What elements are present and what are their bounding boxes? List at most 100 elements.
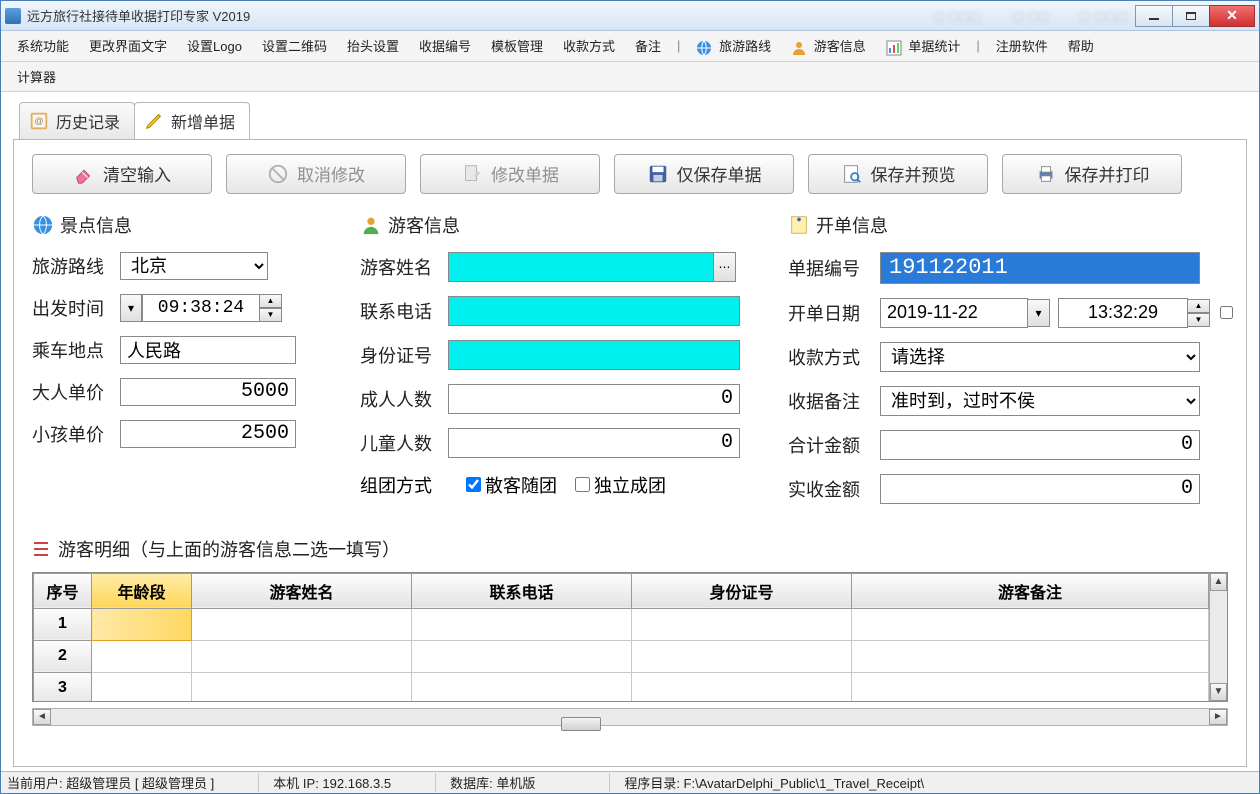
child-price-input[interactable] bbox=[120, 420, 296, 448]
route-select[interactable]: 北京 bbox=[120, 252, 268, 280]
invoice-no-field[interactable]: 191122011 bbox=[880, 252, 1200, 284]
minimize-button[interactable] bbox=[1135, 5, 1173, 27]
tourist-name-input[interactable] bbox=[448, 252, 714, 282]
invoice-time-up[interactable]: ▲ bbox=[1188, 299, 1210, 313]
menu-qrcode[interactable]: 设置二维码 bbox=[252, 33, 337, 58]
save-icon bbox=[647, 163, 669, 185]
modify-button[interactable]: 修改单据 bbox=[420, 154, 600, 194]
adults-count-input[interactable] bbox=[448, 384, 740, 414]
depart-date-dropdown[interactable]: ▾ bbox=[120, 294, 142, 322]
print-button[interactable]: 保存并打印 bbox=[1002, 154, 1182, 194]
globe-icon bbox=[696, 40, 712, 56]
scroll-left-icon[interactable]: ◄ bbox=[33, 709, 51, 725]
detail-table[interactable]: 序号 年龄段 游客姓名 联系电话 身份证号 游客备注 1 bbox=[33, 573, 1209, 701]
menu-bar: 系统功能 更改界面文字 设置Logo 设置二维码 抬头设置 收据编号 模板管理 … bbox=[1, 31, 1259, 62]
menu-register[interactable]: 注册软件 bbox=[986, 33, 1058, 58]
user-icon bbox=[360, 214, 382, 236]
group-opt2[interactable]: 独立成团 bbox=[575, 472, 666, 498]
maximize-button[interactable] bbox=[1172, 5, 1210, 27]
group-mode-label: 组团方式 bbox=[360, 472, 448, 498]
menu-remark[interactable]: 备注 bbox=[625, 33, 671, 58]
col-id[interactable]: 身份证号 bbox=[632, 573, 852, 608]
menu-template[interactable]: 模板管理 bbox=[481, 33, 553, 58]
detail-header: 游客明细（与上面的游客信息二选一填写） bbox=[32, 536, 1228, 562]
grid-vscroll[interactable]: ▲ ▼ bbox=[1209, 573, 1227, 701]
time-down[interactable]: ▼ bbox=[260, 308, 282, 322]
remark-select[interactable]: 准时到，过时不侯 bbox=[880, 386, 1200, 416]
status-bar: 当前用户: 超级管理员 [ 超级管理员 ] 本机 IP: 192.168.3.5… bbox=[1, 771, 1259, 793]
status-db: 数据库: 单机版 bbox=[435, 773, 549, 792]
col-remark[interactable]: 游客备注 bbox=[852, 573, 1209, 608]
save-button[interactable]: 仅保存单据 bbox=[614, 154, 794, 194]
status-ip: 本机 IP: 192.168.3.5 bbox=[258, 773, 405, 792]
edit-icon bbox=[461, 163, 483, 185]
menu-statistics[interactable]: 单据统计 bbox=[876, 33, 971, 59]
user-icon bbox=[791, 40, 807, 56]
col-name[interactable]: 游客姓名 bbox=[192, 573, 412, 608]
menu-system[interactable]: 系统功能 bbox=[7, 33, 79, 58]
board-input[interactable] bbox=[120, 336, 296, 364]
menu-tourist-info[interactable]: 游客信息 bbox=[781, 33, 876, 59]
invoice-date-input[interactable] bbox=[880, 298, 1028, 328]
menu-ui-text[interactable]: 更改界面文字 bbox=[79, 33, 177, 58]
cancel-button[interactable]: 取消修改 bbox=[226, 154, 406, 194]
print-icon bbox=[1035, 163, 1057, 185]
invoice-date-dropdown[interactable]: ▾ bbox=[1028, 299, 1050, 327]
menu-help[interactable]: 帮助 bbox=[1058, 33, 1104, 58]
tourist-name-browse[interactable]: ⋯ bbox=[714, 252, 736, 282]
time-up[interactable]: ▲ bbox=[260, 294, 282, 308]
invoice-no-label: 单据编号 bbox=[788, 255, 880, 281]
menu-logo[interactable]: 设置Logo bbox=[177, 33, 252, 58]
depart-time-input[interactable] bbox=[142, 294, 260, 322]
group-opt1[interactable]: 散客随团 bbox=[466, 472, 557, 498]
eraser-icon bbox=[73, 163, 95, 185]
col-phone[interactable]: 联系电话 bbox=[412, 573, 632, 608]
menu-receipt-no[interactable]: 收据编号 bbox=[409, 33, 481, 58]
titlebar-blur: ▢ ▢▢▢▢ ▢▢▢ ▢▢▢ bbox=[933, 9, 1128, 23]
col-age[interactable]: 年龄段 bbox=[92, 573, 192, 608]
tab-history[interactable]: @ 历史记录 bbox=[19, 102, 135, 139]
menu-paymethod[interactable]: 收款方式 bbox=[553, 33, 625, 58]
tourist-phone-input[interactable] bbox=[448, 296, 740, 326]
menu-header[interactable]: 抬头设置 bbox=[337, 33, 409, 58]
children-count-label: 儿童人数 bbox=[360, 430, 448, 456]
close-button[interactable]: ✕ bbox=[1209, 5, 1255, 27]
received-input[interactable] bbox=[880, 474, 1200, 504]
adult-price-input[interactable] bbox=[120, 378, 296, 406]
table-row[interactable]: 3 bbox=[34, 672, 1209, 701]
scenic-header: 景点信息 bbox=[32, 212, 342, 238]
clear-button[interactable]: 清空输入 bbox=[32, 154, 212, 194]
preview-button[interactable]: 保存并预览 bbox=[808, 154, 988, 194]
invoice-time-input[interactable] bbox=[1058, 298, 1188, 328]
total-input[interactable] bbox=[880, 430, 1200, 460]
invoice-time-down[interactable]: ▼ bbox=[1188, 313, 1210, 327]
total-label: 合计金额 bbox=[788, 432, 880, 458]
scroll-thumb[interactable] bbox=[561, 717, 601, 731]
tourist-id-input[interactable] bbox=[448, 340, 740, 370]
preview-icon bbox=[841, 163, 863, 185]
col-seq[interactable]: 序号 bbox=[34, 573, 92, 608]
remark-label: 收据备注 bbox=[788, 388, 880, 414]
globe-icon bbox=[32, 214, 54, 236]
menu-routes[interactable]: 旅游路线 bbox=[686, 33, 781, 59]
children-count-input[interactable] bbox=[448, 428, 740, 458]
tab-new-doc[interactable]: 新增单据 bbox=[134, 102, 250, 139]
app-window: 远方旅行社接待单收据打印专家 V2019 ▢ ▢▢▢▢ ▢▢▢ ▢▢▢ ✕ 系统… bbox=[0, 0, 1260, 794]
paymethod-select[interactable]: 请选择 bbox=[880, 342, 1200, 372]
scroll-down-icon[interactable]: ▼ bbox=[1210, 683, 1227, 701]
menu-calculator[interactable]: 计算器 bbox=[7, 64, 66, 89]
window-buttons: ✕ bbox=[1136, 5, 1255, 27]
adult-price-label: 大人单价 bbox=[32, 379, 120, 405]
detail-grid: 序号 年龄段 游客姓名 联系电话 身份证号 游客备注 1 bbox=[32, 572, 1228, 702]
scroll-right-icon[interactable]: ► bbox=[1209, 709, 1227, 725]
content-hscroll[interactable]: ◄ ► bbox=[32, 708, 1228, 726]
table-row[interactable]: 2 bbox=[34, 640, 1209, 672]
app-icon bbox=[5, 8, 21, 24]
scroll-up-icon[interactable]: ▲ bbox=[1210, 573, 1227, 591]
title-bar: 远方旅行社接待单收据打印专家 V2019 ▢ ▢▢▢▢ ▢▢▢ ▢▢▢ ✕ bbox=[1, 1, 1259, 31]
action-bar: 清空输入 取消修改 修改单据 仅保存单据 保存并预览 保存并打印 bbox=[32, 154, 1228, 194]
age-cell-selected[interactable] bbox=[92, 608, 192, 640]
table-row[interactable]: 1 bbox=[34, 608, 1209, 640]
route-label: 旅游路线 bbox=[32, 253, 120, 279]
invoice-date-lock[interactable] bbox=[1220, 306, 1233, 319]
